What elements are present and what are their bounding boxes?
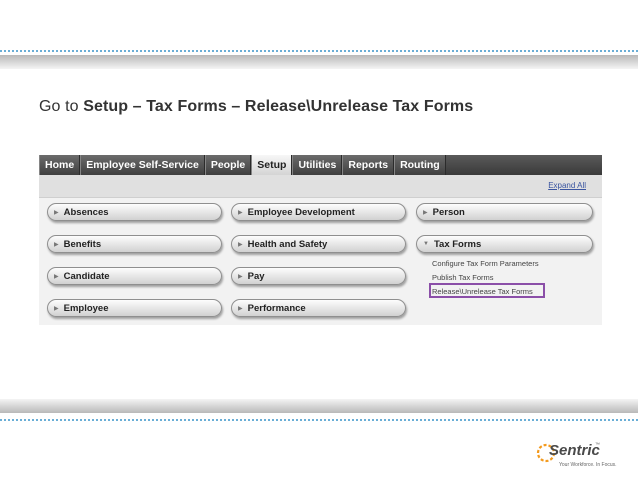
menu-item-label: Employee Development — [247, 206, 355, 218]
bottom-dotted-rule — [0, 419, 638, 421]
app-screenshot-panel: Home Employee Self-Service People Setup … — [39, 155, 602, 325]
top-dotted-rule — [0, 50, 638, 52]
menu-item-person[interactable]: ▶ Person — [416, 203, 593, 221]
menu-item-label: Benefits — [63, 238, 102, 250]
menu-item-label: Health and Safety — [247, 238, 328, 250]
link-configure-tax-form-parameters[interactable]: Configure Tax Form Parameters — [432, 259, 539, 268]
chevron-right-icon: ▶ — [238, 273, 243, 280]
tab-utilities[interactable]: Utilities — [292, 155, 343, 175]
tab-home[interactable]: Home — [39, 155, 81, 175]
menu-item-absences[interactable]: ▶ Absences — [47, 203, 222, 221]
slide-title-prefix: Go to — [39, 98, 84, 115]
expand-all-link[interactable]: Expand All — [548, 181, 586, 190]
tab-employee-self-service[interactable]: Employee Self-Service — [80, 155, 205, 175]
chevron-right-icon: ▶ — [54, 209, 59, 216]
menu-item-tax-forms[interactable]: ▼ Tax Forms — [416, 235, 593, 253]
logo-trademark: ™ — [595, 442, 600, 448]
menu-item-label: Tax Forms — [433, 238, 482, 250]
link-publish-tax-forms[interactable]: Publish Tax Forms — [432, 273, 494, 282]
menu-item-employee-development[interactable]: ▶ Employee Development — [231, 203, 406, 221]
menu-item-label: Person — [432, 206, 465, 218]
menu-item-pay[interactable]: ▶ Pay — [231, 267, 406, 285]
bottom-shade-bar — [0, 399, 638, 413]
logo-wordmark: Sentric — [549, 442, 600, 459]
chevron-right-icon: ▶ — [238, 241, 243, 248]
chevron-right-icon: ▶ — [54, 305, 59, 312]
navbar-filler — [445, 155, 602, 175]
slide-title-path: Setup – Tax Forms – Release\Unrelease Ta… — [83, 98, 474, 115]
chevron-right-icon: ▶ — [238, 305, 243, 312]
menu-item-label: Performance — [247, 302, 306, 314]
tab-people[interactable]: People — [204, 155, 252, 175]
highlight-box — [429, 283, 545, 298]
tab-routing[interactable]: Routing — [394, 155, 446, 175]
chevron-right-icon: ▶ — [238, 209, 243, 216]
tab-setup[interactable]: Setup — [251, 155, 293, 175]
chevron-right-icon: ▶ — [54, 241, 59, 248]
chevron-down-icon: ▼ — [423, 241, 429, 247]
chevron-right-icon: ▶ — [423, 209, 428, 216]
menu-item-label: Absences — [63, 206, 109, 218]
slide-header-band — [0, 0, 638, 57]
top-shade-bar — [0, 55, 638, 69]
chevron-right-icon: ▶ — [54, 273, 59, 280]
tab-reports[interactable]: Reports — [342, 155, 395, 175]
main-navbar: Home Employee Self-Service People Setup … — [39, 155, 602, 175]
menu-item-label: Pay — [247, 270, 265, 282]
menu-item-label: Employee — [63, 302, 109, 314]
menu-item-employee[interactable]: ▶ Employee — [47, 299, 222, 317]
menu-item-candidate[interactable]: ▶ Candidate — [47, 267, 222, 285]
sentric-logo: Sentric ™ Your Workforce. In Focus. — [535, 440, 625, 472]
logo-tagline: Your Workforce. In Focus. — [559, 462, 617, 468]
slide-title: Go to Setup – Tax Forms – Release\Unrele… — [39, 98, 473, 116]
menu-item-benefits[interactable]: ▶ Benefits — [47, 235, 222, 253]
menu-item-label: Candidate — [63, 270, 110, 282]
menu-item-performance[interactable]: ▶ Performance — [231, 299, 406, 317]
menu-item-health-and-safety[interactable]: ▶ Health and Safety — [231, 235, 406, 253]
expand-toolbar: Expand All — [39, 175, 602, 198]
